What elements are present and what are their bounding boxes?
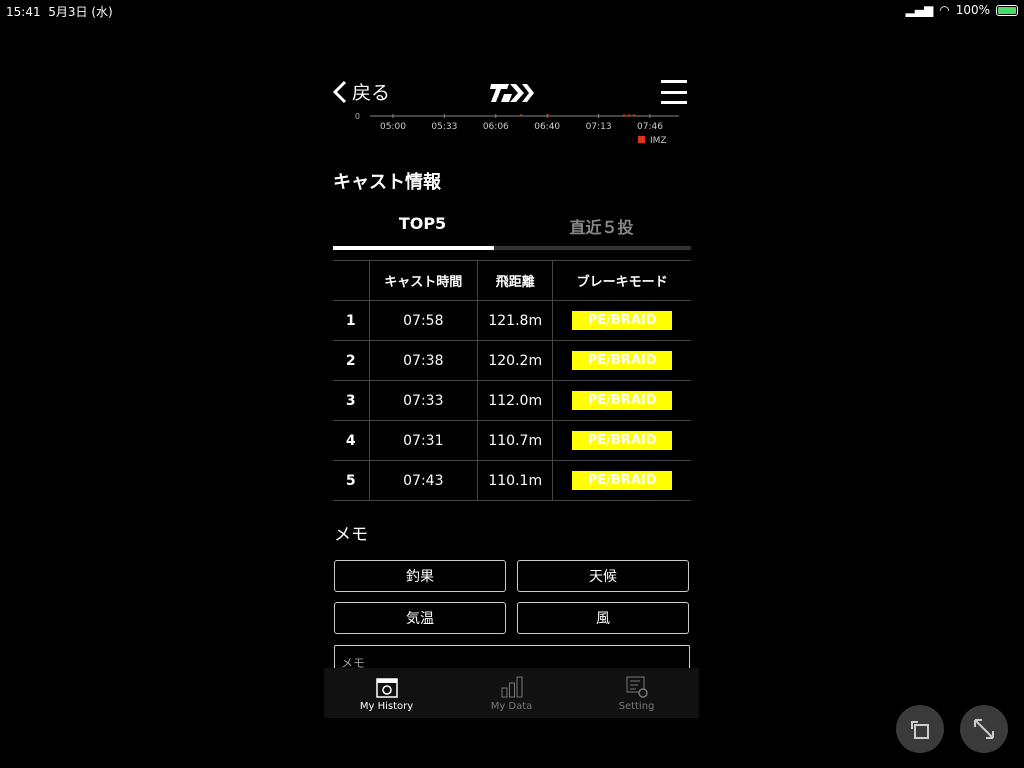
distance-cell: 112.0m bbox=[477, 380, 554, 421]
brake-mode-badge: PE/BRAID bbox=[572, 431, 673, 450]
wind-button[interactable]: 風 bbox=[517, 602, 689, 634]
tab-my-data[interactable]: My Data bbox=[449, 668, 574, 718]
memo-title: メモ bbox=[334, 525, 368, 545]
rank-cell: 3 bbox=[333, 380, 370, 421]
distance-cell: 110.1m bbox=[477, 460, 554, 501]
expand-button[interactable] bbox=[960, 705, 1008, 753]
tab-label: My Data bbox=[490, 701, 533, 712]
x-tick-label: 07:46 bbox=[637, 122, 663, 132]
time-cell: 07:31 bbox=[368, 420, 479, 461]
distance-cell: 120.2m bbox=[477, 340, 554, 381]
x-tick-label: 06:06 bbox=[483, 122, 509, 132]
chevron-left-icon bbox=[332, 80, 347, 103]
brake-mode-cell: PE/BRAID bbox=[552, 380, 691, 421]
table-row: 1 07:58 121.8m PE/BRAID bbox=[333, 300, 691, 341]
back-label: 戻る bbox=[352, 82, 391, 104]
status-time: 15:41 bbox=[6, 5, 41, 19]
nav-bar: 戻る bbox=[324, 70, 699, 114]
col-distance: 飛距離 bbox=[477, 260, 554, 301]
cast-tabs: TOP5 直近５投 bbox=[333, 210, 691, 250]
battery-percent: 100% bbox=[955, 3, 990, 17]
data-point bbox=[519, 114, 523, 117]
calendar-history-icon bbox=[375, 678, 398, 698]
rank-cell: 4 bbox=[333, 420, 370, 461]
table-row: 3 07:33 112.0m PE/BRAID bbox=[333, 380, 691, 421]
cast-table: キャスト時間 飛距離 ブレーキモード 1 07:58 121.8m PE/BRA… bbox=[333, 260, 691, 501]
rotate-icon bbox=[911, 721, 929, 739]
data-point bbox=[622, 114, 626, 117]
expand-icon bbox=[974, 719, 994, 739]
distance-cell: 121.8m bbox=[477, 300, 554, 341]
data-point bbox=[627, 114, 631, 117]
tab-label: Setting bbox=[618, 701, 655, 712]
x-tick-label: 05:33 bbox=[431, 122, 457, 132]
temperature-button[interactable]: 気温 bbox=[334, 602, 506, 634]
signal-icon: ▂▄▆ bbox=[905, 3, 934, 17]
table-row: 5 07:43 110.1m PE/BRAID bbox=[333, 460, 691, 501]
bottom-tab-bar: My History My Data Setting bbox=[324, 668, 699, 718]
x-tick-label: 06:40 bbox=[534, 122, 560, 132]
weather-button[interactable]: 天候 bbox=[517, 560, 689, 592]
wifi-icon: ◠ bbox=[939, 3, 950, 17]
brake-mode-badge: PE/BRAID bbox=[572, 351, 673, 370]
app-screen: 戻る 0 05:00 05:33 06:06 06:40 07:13 07:46 IMZ キャ… bbox=[324, 70, 699, 718]
rank-cell: 5 bbox=[333, 460, 370, 501]
distance-cell: 110.7m bbox=[477, 420, 554, 461]
status-bar: 15:41 5月3日 (水) ▂▄▆ ◠ 100% bbox=[0, 0, 1024, 20]
table-header: キャスト時間 飛距離 ブレーキモード bbox=[333, 260, 691, 301]
cast-info-title: キャスト情報 bbox=[333, 172, 441, 193]
legend-swatch bbox=[638, 136, 645, 143]
tab-label: My History bbox=[359, 701, 414, 712]
data-point bbox=[632, 114, 636, 117]
tab-my-history[interactable]: My History bbox=[324, 668, 449, 718]
table-row: 4 07:31 110.7m PE/BRAID bbox=[333, 420, 691, 461]
time-cell: 07:58 bbox=[368, 300, 479, 341]
menu-icon[interactable] bbox=[661, 80, 687, 104]
daiwa-logo bbox=[490, 84, 534, 102]
time-cell: 07:38 bbox=[368, 340, 479, 381]
col-rank bbox=[333, 260, 370, 301]
time-cell: 07:33 bbox=[368, 380, 479, 421]
back-button[interactable]: 戻る bbox=[332, 78, 390, 105]
col-brake-mode: ブレーキモード bbox=[552, 260, 691, 301]
rank-cell: 1 bbox=[333, 300, 370, 341]
tab-setting[interactable]: Setting bbox=[574, 668, 699, 718]
battery-icon bbox=[996, 4, 1018, 16]
data-point bbox=[546, 114, 550, 117]
brake-mode-badge: PE/BRAID bbox=[572, 391, 673, 410]
rank-cell: 2 bbox=[333, 340, 370, 381]
x-tick-label: 05:00 bbox=[380, 122, 406, 132]
tab-top5[interactable]: TOP5 bbox=[333, 210, 512, 250]
col-time: キャスト時間 bbox=[368, 260, 479, 301]
legend-label: IMZ bbox=[650, 136, 667, 146]
time-cell: 07:43 bbox=[368, 460, 479, 501]
x-tick-label: 07:13 bbox=[586, 122, 612, 132]
y-tick-label: 0 bbox=[355, 112, 360, 121]
brake-mode-badge: PE/BRAID bbox=[572, 311, 673, 330]
brake-mode-cell: PE/BRAID bbox=[552, 460, 691, 501]
brake-mode-cell: PE/BRAID bbox=[552, 420, 691, 461]
brake-mode-cell: PE/BRAID bbox=[552, 300, 691, 341]
tab-recent5[interactable]: 直近５投 bbox=[512, 210, 691, 250]
catch-button[interactable]: 釣果 bbox=[334, 560, 506, 592]
status-date: 5月3日 (水) bbox=[48, 5, 113, 19]
cast-chart: 0 05:00 05:33 06:06 06:40 07:13 07:46 IMZ bbox=[355, 112, 679, 146]
rotate-button[interactable] bbox=[896, 705, 944, 753]
settings-icon bbox=[626, 676, 648, 698]
brake-mode-cell: PE/BRAID bbox=[552, 340, 691, 381]
bar-chart-icon bbox=[501, 676, 522, 698]
table-row: 2 07:38 120.2m PE/BRAID bbox=[333, 340, 691, 381]
brake-mode-badge: PE/BRAID bbox=[572, 471, 673, 490]
tab-indicator bbox=[333, 246, 691, 250]
